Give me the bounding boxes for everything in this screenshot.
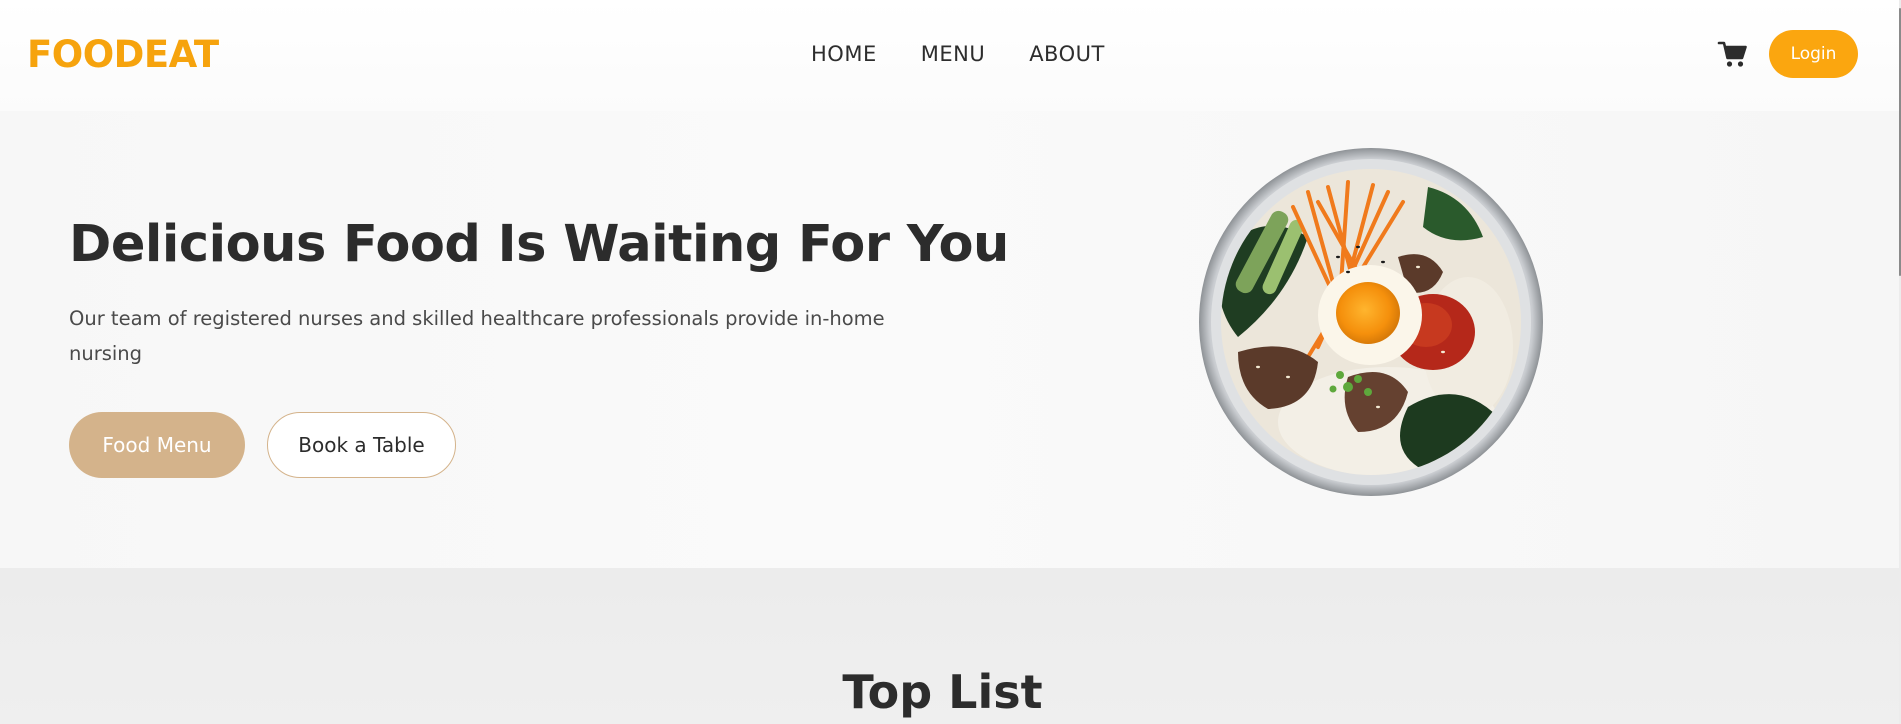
food-bowl-image <box>1198 147 1544 497</box>
brand-logo[interactable]: FOODEAT <box>27 31 219 79</box>
login-button[interactable]: Login <box>1769 30 1858 78</box>
book-table-button[interactable]: Book a Table <box>267 412 456 478</box>
nav-menu-link[interactable]: MENU <box>921 38 985 70</box>
nav-home-link[interactable]: HOME <box>811 38 877 70</box>
main-nav: HOME MENU ABOUT <box>811 38 1105 70</box>
hero-description: Our team of registered nurses and skille… <box>69 307 885 365</box>
nav-about-link[interactable]: ABOUT <box>1029 38 1105 70</box>
shopping-cart-icon[interactable] <box>1717 38 1749 70</box>
top-list-title: Top List <box>842 665 1043 719</box>
top-list-section: Top List <box>0 568 1899 724</box>
food-menu-button[interactable]: Food Menu <box>69 412 245 478</box>
hero-section: Delicious Food Is Waiting For You Our te… <box>0 111 1899 568</box>
site-header: FOODEAT HOME MENU ABOUT Login <box>0 0 1899 111</box>
hero-title: Delicious Food Is Waiting For You <box>69 215 1009 274</box>
